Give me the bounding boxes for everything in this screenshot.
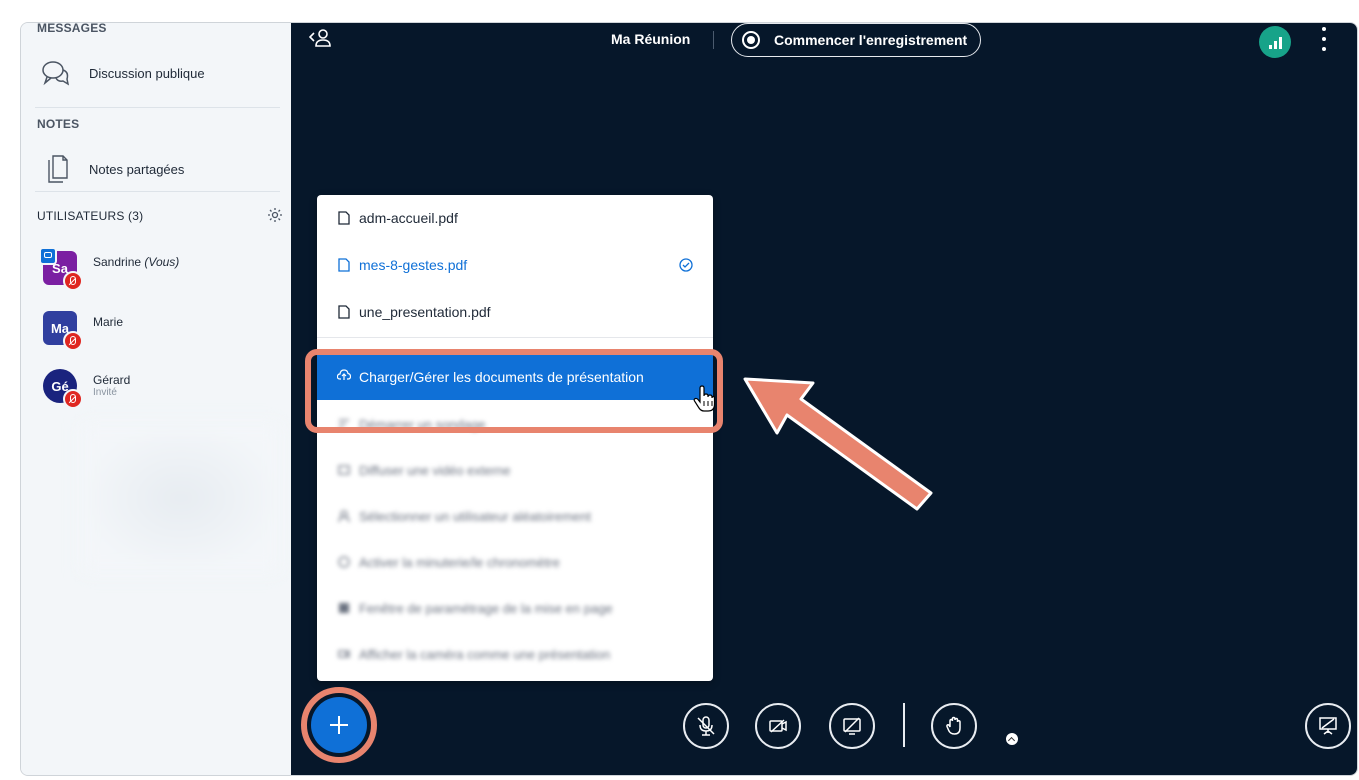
divider: [35, 191, 280, 192]
notes-icon: [48, 155, 68, 183]
camera-button[interactable]: [755, 703, 801, 749]
user-item-gerard[interactable]: Gé Gérard Invité: [43, 369, 131, 409]
muted-mic-icon: [63, 389, 83, 409]
divider: [713, 31, 714, 49]
shared-notes-item[interactable]: Notes partagées: [21, 149, 291, 189]
more-options-icon[interactable]: [1321, 27, 1327, 51]
presentation-toggle-button[interactable]: [1305, 703, 1351, 749]
user-icon: [337, 509, 351, 523]
file-name: une_presentation.pdf: [359, 304, 491, 320]
avatar: Gé: [43, 369, 83, 409]
record-icon: [742, 31, 760, 49]
timer-icon: [337, 555, 351, 569]
record-label: Commencer l'enregistrement: [774, 32, 968, 48]
messages-section-title: MESSAGES: [37, 22, 107, 35]
divider: [317, 337, 713, 338]
divider: [903, 703, 905, 747]
toggle-user-list-icon[interactable]: [309, 27, 333, 49]
sidebar: MESSAGES Discussion publique NOTES Notes…: [21, 23, 291, 775]
meeting-title: Ma Réunion: [611, 31, 691, 47]
user-name-text: Sandrine: [93, 255, 142, 269]
menu-item-file[interactable]: une_presentation.pdf: [317, 289, 713, 335]
avatar: Sa: [39, 247, 83, 291]
video-icon: [337, 463, 351, 477]
muted-mic-icon: [63, 331, 83, 351]
hand-cursor-icon: [693, 385, 715, 412]
app-window: MESSAGES Discussion publique NOTES Notes…: [20, 22, 1358, 776]
user-role: Invité: [93, 387, 117, 398]
avatar: Ma: [43, 311, 83, 351]
menu-label: Afficher la caméra comme une présentatio…: [359, 646, 611, 662]
annotation-highlight-box: [305, 349, 723, 433]
menu-item-external-video[interactable]: Diffuser une vidéo externe: [317, 447, 713, 493]
muted-mic-icon: [63, 271, 83, 291]
chat-bubbles-icon: [42, 61, 70, 86]
notes-section-title: NOTES: [37, 117, 80, 131]
public-chat-label: Discussion publique: [89, 65, 205, 81]
shared-notes-label: Notes partagées: [89, 161, 185, 177]
start-recording-button[interactable]: Commencer l'enregistrement: [731, 23, 981, 57]
raise-hand-icon: [946, 716, 961, 735]
camera-off-icon: [769, 719, 787, 733]
presentation-off-icon: [1319, 717, 1337, 735]
menu-item-file-selected[interactable]: mes-8-gestes.pdf: [317, 242, 713, 288]
plus-icon: [330, 716, 348, 734]
layout-icon: [337, 601, 351, 615]
actions-menu: adm-accueil.pdf mes-8-gestes.pdf une_pre…: [317, 195, 713, 681]
file-name: adm-accueil.pdf: [359, 210, 458, 226]
user-name: Sandrine (Vous): [93, 255, 179, 269]
menu-item-file[interactable]: adm-accueil.pdf: [317, 195, 713, 241]
menu-label: Sélectionner un utilisateur aléatoiremen…: [359, 508, 591, 524]
menu-label: Activer la minuterie/le chronomètre: [359, 554, 560, 570]
file-icon: [337, 305, 351, 319]
camera-icon: [337, 647, 351, 661]
menu-item-camera-as-presentation[interactable]: Afficher la caméra comme une présentatio…: [317, 631, 713, 677]
raise-hand-button[interactable]: [931, 703, 977, 749]
mic-off-icon: [697, 716, 715, 736]
file-icon: [337, 211, 351, 225]
screen-share-button[interactable]: [829, 703, 875, 749]
file-name: mes-8-gestes.pdf: [359, 257, 468, 273]
menu-label: Diffuser une vidéo externe: [359, 462, 511, 478]
divider: [35, 107, 280, 108]
file-icon: [337, 258, 351, 272]
user-name: Marie: [93, 315, 124, 329]
blurred-region: [81, 423, 281, 573]
menu-label: Fenêtre de paramétrage de la mise en pag…: [359, 600, 613, 616]
users-section-title: UTILISATEURS (3): [37, 209, 144, 223]
menu-item-random-user[interactable]: Sélectionner un utilisateur aléatoiremen…: [317, 493, 713, 539]
user-item-marie[interactable]: Ma Marie: [43, 311, 124, 351]
screen-share-off-icon: [843, 717, 861, 735]
presenter-icon: [39, 247, 57, 265]
annotation-arrow-icon: [743, 377, 933, 511]
mute-microphone-button[interactable]: [683, 703, 729, 749]
user-name: Gérard: [93, 373, 131, 387]
public-chat-item[interactable]: Discussion publique: [21, 55, 291, 91]
gear-icon[interactable]: [267, 207, 283, 223]
user-item-sandrine[interactable]: Sa Sandrine (Vous): [39, 247, 179, 291]
actions-plus-button[interactable]: [311, 697, 367, 753]
menu-item-timer[interactable]: Activer la minuterie/le chronomètre: [317, 539, 713, 585]
top-bar: Ma Réunion Commencer l'enregistrement: [291, 23, 1357, 59]
user-suffix: (Vous): [144, 255, 180, 269]
connection-status-icon[interactable]: [1259, 26, 1291, 58]
menu-item-layout-settings[interactable]: Fenêtre de paramétrage de la mise en pag…: [317, 585, 713, 631]
check-circle-icon: [679, 258, 693, 272]
audio-options-chevron-icon[interactable]: [1004, 731, 1020, 747]
